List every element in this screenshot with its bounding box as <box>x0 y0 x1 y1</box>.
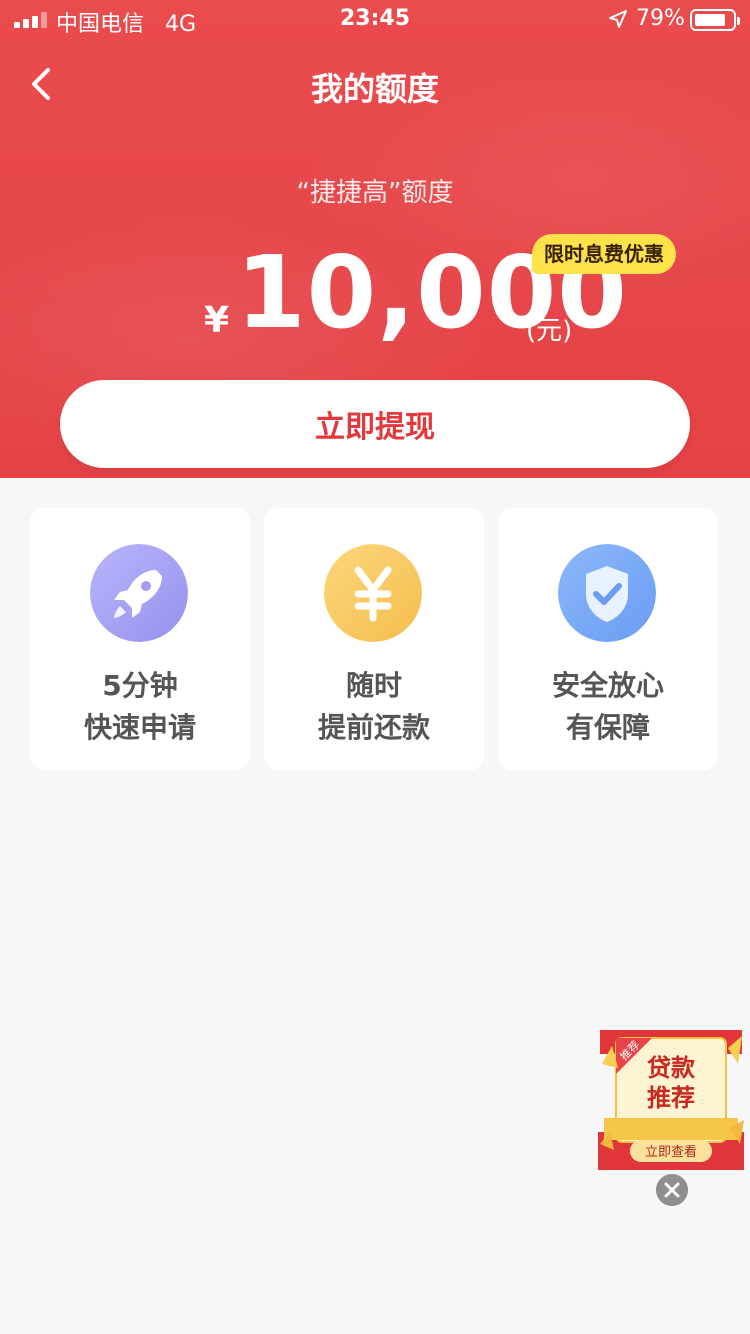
feature-card-fast-apply: 5分钟 快速申请 <box>30 508 250 770</box>
feature-line1: 5分钟 <box>102 669 178 702</box>
status-bar: 中国电信 4G 23:45 79% <box>0 0 750 40</box>
yen-icon <box>324 544 422 642</box>
withdraw-button[interactable]: 立即提现 <box>60 380 690 468</box>
feature-line1: 随时 <box>345 669 402 702</box>
battery-percent: 79% <box>636 6 685 31</box>
battery-icon <box>690 9 740 31</box>
feature-list: 5分钟 快速申请 随时 提前还款 安全放心 有保障 <box>30 508 720 770</box>
shield-check-icon <box>558 544 656 642</box>
rocket-icon <box>90 544 188 642</box>
feature-line2: 提前还款 <box>317 711 430 744</box>
feature-line1: 安全放心 <box>551 669 664 702</box>
ad-title-line1: 贷款 <box>647 1054 696 1082</box>
promo-badge: 限时息费优惠 <box>532 234 676 274</box>
quota-header: 中国电信 4G 23:45 79% 我的额度 “捷捷高”额度 ¥ 10,000 … <box>0 0 750 478</box>
loan-recommend-ad[interactable]: 推荐 贷款 推荐 立即查看 <box>596 1024 746 1174</box>
page-title: 我的额度 <box>310 70 439 108</box>
feature-line2: 快速申请 <box>83 711 196 744</box>
feature-line2: 有保障 <box>565 711 650 744</box>
feature-card-early-repay: 随时 提前还款 <box>264 508 484 770</box>
currency-symbol: ¥ <box>204 300 230 341</box>
quota-label: “捷捷高”额度 <box>296 178 454 208</box>
ad-title-line2: 推荐 <box>647 1084 695 1112</box>
close-icon[interactable] <box>656 1174 688 1206</box>
ad-button-label: 立即查看 <box>645 1144 697 1160</box>
location-arrow-icon <box>609 10 627 28</box>
amount-unit: (元) <box>526 316 573 346</box>
feature-card-secure: 安全放心 有保障 <box>498 508 718 770</box>
page: 中国电信 4G 23:45 79% 我的额度 “捷捷高”额度 ¥ 10,000 … <box>0 0 750 1334</box>
